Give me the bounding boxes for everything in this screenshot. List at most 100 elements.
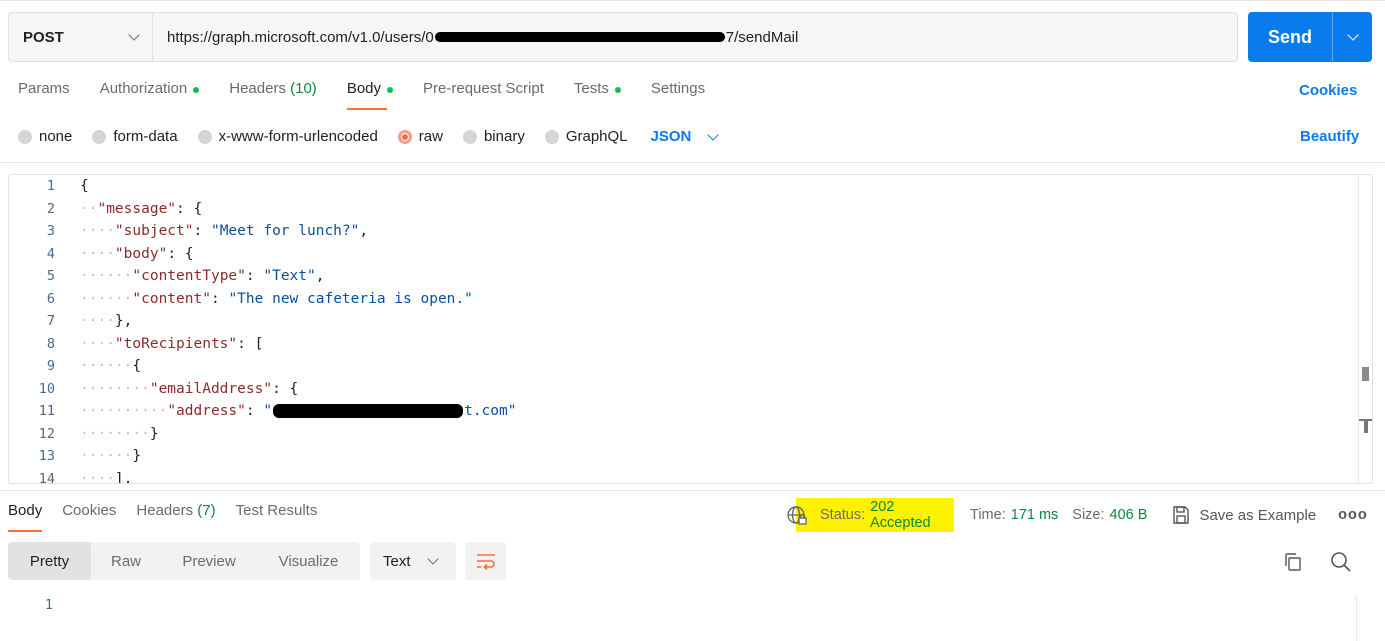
line-number: 8: [46, 335, 55, 352]
save-as-example-button[interactable]: Save as Example: [1171, 505, 1316, 525]
globe-lock-icon[interactable]: [786, 505, 807, 525]
code-line: ······{: [80, 358, 142, 374]
radio-binary[interactable]: binary: [462, 128, 525, 145]
wrap-lines-button[interactable]: [465, 542, 506, 580]
tab-headers[interactable]: Headers (10): [229, 80, 317, 110]
code-token: ,: [359, 223, 369, 239]
response-divider[interactable]: [0, 490, 1385, 491]
view-raw[interactable]: Raw: [91, 542, 161, 580]
radio-circle: [462, 129, 477, 144]
tab-settings[interactable]: Settings: [651, 80, 705, 110]
line-number: 14: [38, 470, 55, 484]
radio-raw[interactable]: raw: [397, 128, 443, 145]
url-input[interactable]: https://graph.microsoft.com/v1.0/users/0…: [153, 13, 1237, 61]
status-dot-icon: [193, 87, 200, 93]
line-number: 1: [44, 597, 53, 613]
code-line: ··"message": {: [80, 200, 203, 217]
chevron-down-icon: [1346, 29, 1359, 41]
code-token: : {: [272, 380, 299, 397]
tab-label: Pre-request Script: [423, 80, 544, 97]
code-line: ········}: [80, 425, 159, 442]
radio-urlencoded[interactable]: x-www-form-urlencoded: [197, 128, 378, 145]
radio-circle: [92, 129, 107, 144]
tab-prerequest-script[interactable]: Pre-request Script: [423, 80, 544, 110]
code-line: ····"toRecipients": [: [80, 335, 264, 352]
copy-icon[interactable]: [1282, 551, 1304, 573]
url-suffix: 7/sendMail: [725, 28, 799, 46]
code-token: ,: [315, 268, 325, 284]
view-visualize[interactable]: Visualize: [257, 542, 360, 580]
response-tab-body[interactable]: Body: [8, 502, 43, 532]
code-token: }: [149, 425, 159, 442]
code-token: "emailAddress": [149, 380, 273, 397]
view-pretty[interactable]: Pretty: [8, 542, 91, 580]
radio-form-data[interactable]: form-data: [92, 128, 178, 145]
tab-label: Tests: [573, 80, 609, 97]
radio-circle-selected: [397, 129, 412, 144]
code-token: : {: [176, 200, 203, 217]
tab-authorization[interactable]: Authorization: [100, 80, 200, 110]
view-preview[interactable]: Preview: [161, 542, 257, 580]
editor-scrollbar[interactable]: [1358, 175, 1372, 483]
radio-none[interactable]: none: [18, 128, 72, 145]
tab-tests[interactable]: Tests: [574, 80, 621, 110]
tab-label: Params: [18, 80, 70, 97]
tab-body[interactable]: Body: [346, 80, 394, 110]
time-value[interactable]: 171 ms: [1011, 507, 1059, 523]
code-area: { ··"message": { ····"subject": "Meet fo…: [80, 175, 1350, 483]
response-tab-test-results[interactable]: Test Results: [236, 502, 318, 532]
more-options-icon[interactable]: ooo: [1338, 507, 1368, 523]
radio-graphql[interactable]: GraphQL: [544, 128, 628, 145]
line-number: 11: [38, 403, 55, 419]
wrap-lines-icon: [476, 554, 495, 570]
send-button-group: Send: [1248, 12, 1372, 62]
code-editor[interactable]: 1 2 3 4 5 6 7 8 9 10 11 12 13 14 { ··"me…: [8, 174, 1373, 484]
format-select[interactable]: JSON: [651, 128, 720, 145]
response-tabs: Body Cookies Headers (7) Test Results: [8, 502, 337, 532]
send-options-button[interactable]: [1333, 12, 1372, 62]
response-scrollbar[interactable]: [1356, 596, 1374, 641]
line-number: 6: [46, 290, 55, 307]
code-token: ],: [114, 470, 133, 484]
code-token: : {: [167, 245, 194, 262]
tab-params[interactable]: Params: [18, 80, 70, 110]
code-token: t.com": [464, 403, 517, 419]
radio-circle: [544, 129, 559, 144]
line-number: 7: [46, 313, 55, 329]
line-number: 10: [38, 380, 55, 397]
code-line: ······}: [80, 448, 142, 464]
response-tab-cookies[interactable]: Cookies: [62, 502, 116, 532]
redaction-mark: [273, 404, 464, 418]
code-line: ····},: [80, 313, 133, 329]
code-token: },: [114, 313, 133, 329]
status-highlight: Status: 202 Accepted: [796, 498, 954, 532]
method-select[interactable]: POST: [9, 13, 153, 61]
line-number: 3: [46, 223, 55, 239]
line-gutter: 1 2 3 4 5 6 7 8 9 10 11 12 13 14: [9, 175, 65, 483]
line-number: 2: [46, 200, 55, 217]
code-line: ··········"address": " t.com": [80, 403, 517, 419]
code-line: {: [80, 175, 89, 197]
response-tab-headers[interactable]: Headers (7): [136, 502, 215, 532]
tab-label: Body: [8, 502, 43, 519]
code-token: {: [80, 178, 89, 194]
size-value[interactable]: 406 B: [1110, 507, 1148, 523]
code-token: {: [132, 358, 142, 374]
radio-label: none: [39, 128, 73, 145]
line-number: 5: [46, 268, 55, 284]
method-label: POST: [23, 28, 64, 46]
radio-label: raw: [418, 128, 443, 145]
cookies-link[interactable]: Cookies: [1299, 82, 1357, 99]
tab-label: Headers: [229, 80, 286, 97]
send-button[interactable]: Send: [1248, 12, 1333, 62]
redaction-mark: [434, 32, 725, 42]
search-icon[interactable]: [1330, 551, 1352, 573]
code-token: "contentType": [132, 268, 246, 284]
response-format-select[interactable]: Text: [370, 542, 456, 580]
code-token: "Text": [263, 268, 316, 284]
tab-label: Test Results: [235, 502, 318, 519]
code-line: ····"body": {: [80, 245, 194, 262]
status-value[interactable]: 202 Accepted: [870, 499, 954, 531]
beautify-button[interactable]: Beautify: [1300, 128, 1359, 145]
scrollbar-thumb[interactable]: [1362, 367, 1369, 381]
